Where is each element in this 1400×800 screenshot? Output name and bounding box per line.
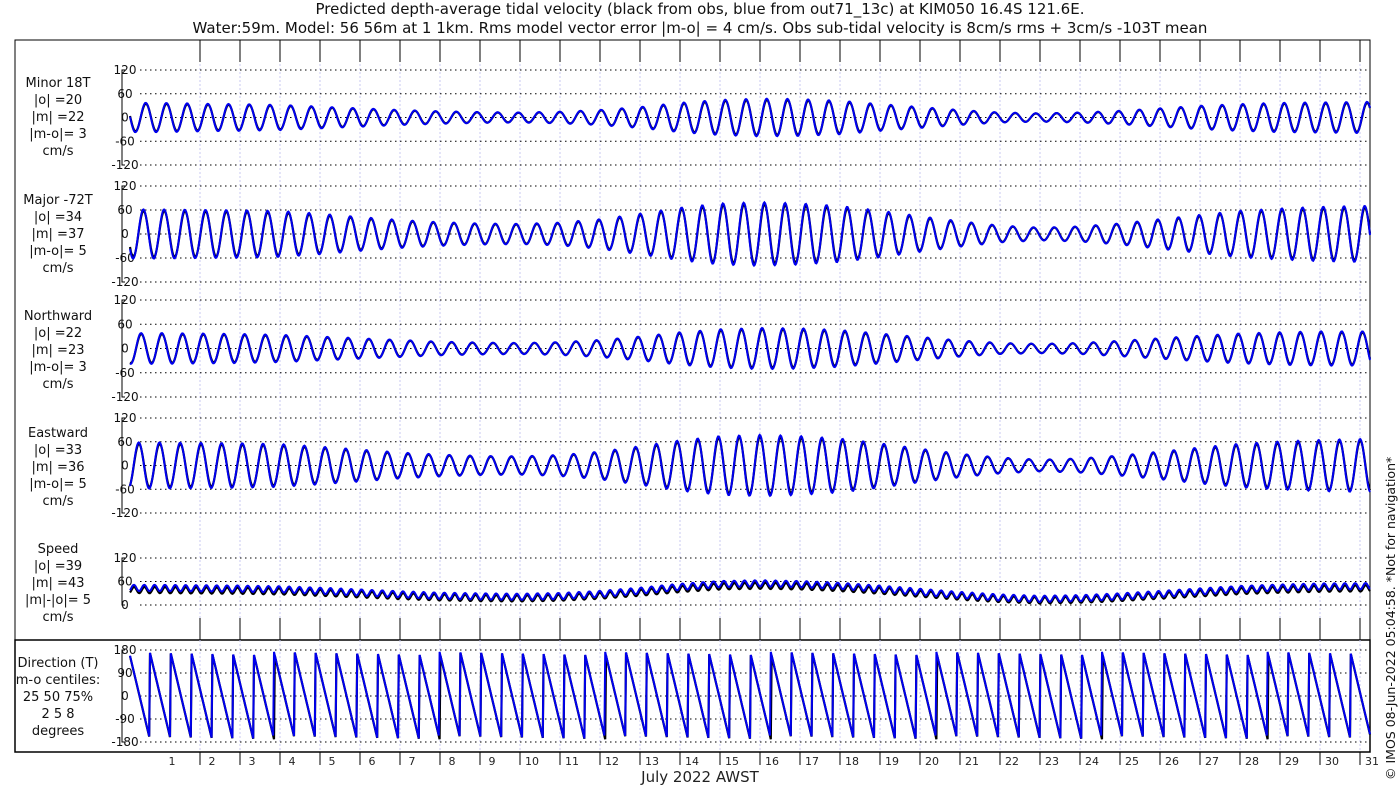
x-tick-label: 3: [249, 755, 256, 768]
panel-label-eastward: Eastward |o| =33 |m| =36 |m-o|= 5 cm/s: [8, 425, 108, 510]
x-tick-label: 6: [369, 755, 376, 768]
x-tick-label: 23: [1045, 755, 1059, 768]
panel-label-line: cm/s: [42, 144, 74, 159]
y-tick-label: -120: [111, 390, 138, 404]
x-tick-label: 21: [965, 755, 979, 768]
x-tick-label: 18: [845, 755, 859, 768]
y-tick-label: 0: [121, 111, 129, 125]
panel-label-line: |m| =36: [31, 460, 85, 475]
x-tick-label: 7: [409, 755, 416, 768]
y-tick-label: -60: [115, 482, 135, 496]
panel-label-line: |m| =37: [31, 227, 85, 242]
x-tick-label: 20: [925, 755, 939, 768]
x-tick-label: 30: [1325, 755, 1339, 768]
x-tick-label: 22: [1005, 755, 1019, 768]
panel-label-line: |o| =20: [33, 93, 83, 108]
x-tick-label: 24: [1085, 755, 1099, 768]
y-tick-label: 60: [117, 575, 132, 589]
y-tick-label: 120: [114, 551, 137, 565]
y-tick-label: -60: [115, 366, 135, 380]
panel-label-minor: Minor 18T |o| =20 |m| =22 |m-o|= 3 cm/s: [8, 75, 108, 160]
tidal-velocity-chart: 1 2 3 4 5 6 7 8 9 10 11 12 13 14 15 16 17 18 19 20 21 22 23 24 2…: [14, 39, 1379, 768]
panel-label-line: |m|-|o|= 5: [24, 593, 92, 608]
panel-label-line: |m-o|= 5: [29, 244, 87, 259]
x-tick-label: 17: [805, 755, 819, 768]
x-tick-label: 25: [1125, 755, 1139, 768]
y-tick-label: 180: [114, 643, 137, 657]
y-tick-label: 0: [121, 459, 129, 473]
y-tick-label: 0: [121, 227, 129, 241]
direction-frame: [14, 639, 1371, 753]
series-model-speed: [129, 579, 1371, 604]
panel-label-line: cm/s: [42, 494, 74, 509]
x-tick-label: 28: [1245, 755, 1259, 768]
x-tick-label: 12: [605, 755, 619, 768]
panel-label-line: Eastward: [27, 426, 89, 441]
panel-label-line: |m-o|= 3: [29, 127, 87, 142]
x-tick-label: 5: [329, 755, 336, 768]
y-tick-label: -120: [111, 506, 138, 520]
x-tick-label: 29: [1285, 755, 1299, 768]
panel-label-line: Minor 18T: [25, 76, 91, 91]
x-tick-label: 26: [1165, 755, 1179, 768]
x-tick-label: 10: [525, 755, 539, 768]
panel-label-line: |o| =34: [33, 210, 83, 225]
y-tick-label: 60: [117, 203, 132, 217]
y-tick-label: 90: [117, 666, 132, 680]
y-tick-label: 0: [121, 598, 129, 612]
panel-label-line: |m| =22: [31, 110, 85, 125]
panel-label-line: 2 5 8: [41, 707, 75, 722]
panel-label-line: |m| =43: [31, 576, 85, 591]
panel-label-line: Northward: [23, 309, 93, 324]
credit-text: © IMOS 08-Jun-2022 05:04:58. *Not for na…: [1383, 456, 1398, 780]
panel-label-line: cm/s: [42, 261, 74, 276]
panel-label-line: Major -72T: [23, 193, 93, 208]
x-tick-label: 13: [645, 755, 659, 768]
x-tick-label: 9: [489, 755, 496, 768]
x-tick-label: 1: [169, 755, 176, 768]
y-tick-label: -120: [111, 158, 138, 172]
y-tick-label: 120: [114, 411, 137, 425]
panel-label-line: |o| =33: [33, 443, 83, 458]
panel-label-line: Speed: [37, 542, 79, 557]
panel-label-major: Major -72T |o| =34 |m| =37 |m-o|= 5 cm/s: [8, 192, 108, 277]
x-tick-label: 8: [449, 755, 456, 768]
y-tick-label: 120: [114, 179, 137, 193]
panel-label-line: |m-o|= 5: [29, 477, 87, 492]
y-tick-label: 120: [114, 63, 137, 77]
y-tick-label: -60: [115, 134, 135, 148]
panel-label-speed: Speed |o| =39 |m| =43 |m|-|o|= 5 cm/s: [8, 541, 108, 626]
y-tick-label: 60: [117, 435, 132, 449]
panel-label-line: |m| =23: [31, 343, 85, 358]
y-tick-label: 60: [117, 87, 132, 101]
x-tick-label: 2: [209, 755, 216, 768]
x-tick-label: 16: [765, 755, 779, 768]
panel-label-line: cm/s: [42, 610, 74, 625]
x-tick-label: 19: [885, 755, 899, 768]
panel-label-line: m-o centiles:: [15, 673, 101, 688]
panel-label-line: Direction (T): [17, 656, 99, 671]
y-tick-label: -120: [111, 275, 138, 289]
panel-label-line: cm/s: [42, 377, 74, 392]
x-tick-label: 14: [685, 755, 699, 768]
y-tick-label: 0: [121, 689, 129, 703]
y-tick-label: -180: [111, 735, 138, 749]
y-tick-label: 60: [117, 317, 132, 331]
x-tick-label: 31: [1365, 755, 1379, 768]
x-tick-label: 4: [289, 755, 296, 768]
x-tick-label: 11: [565, 755, 579, 768]
x-axis-label: July 2022 AWST: [641, 768, 759, 786]
y-tick-label: 120: [114, 293, 137, 307]
panel-label-northward: Northward |o| =22 |m| =23 |m-o|= 3 cm/s: [8, 308, 108, 393]
y-tick-label: 0: [121, 342, 129, 356]
panel-label-line: |o| =22: [33, 326, 83, 341]
panel-label-direction: Direction (T) m-o centiles: 25 50 75% 2 5 8…: [8, 655, 108, 740]
x-tick-label: 27: [1205, 755, 1219, 768]
x-tick-label: 15: [725, 755, 739, 768]
y-tick-label: -90: [115, 712, 135, 726]
panel-label-line: |o| =39: [33, 559, 83, 574]
panel-label-line: |m-o|= 3: [29, 360, 87, 375]
panel-label-line: 25 50 75%: [22, 690, 94, 705]
panel-label-line: degrees: [31, 724, 85, 739]
